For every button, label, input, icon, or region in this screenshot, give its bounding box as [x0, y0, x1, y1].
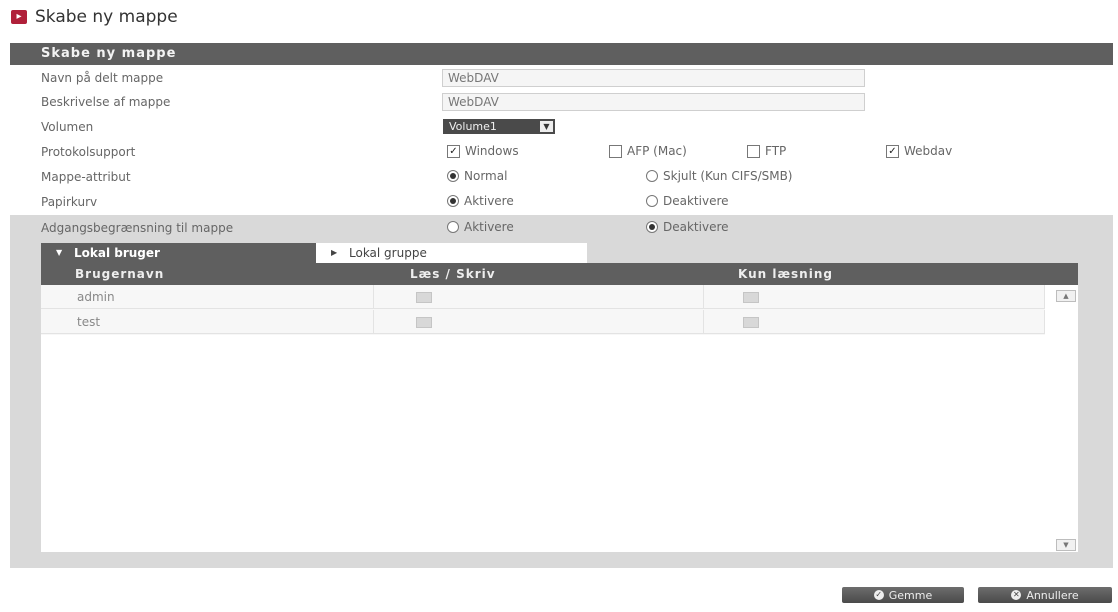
recycle-enable-label: Aktivere: [464, 194, 514, 208]
volume-select[interactable]: Volume1 ▼: [443, 119, 555, 134]
row-folder-name: Navn på delt mappe WebDAV: [10, 67, 1113, 91]
read-write-checkbox[interactable]: [416, 292, 432, 303]
protocol-label: Protokolsupport: [41, 145, 136, 159]
row-access-restriction: Adgangsbegrænsning til mappe Aktivere De…: [10, 217, 1113, 241]
tab-local-group-label: Lokal gruppe: [349, 246, 427, 260]
afp-checkbox[interactable]: [609, 144, 622, 158]
recycle-disable-radio[interactable]: [646, 195, 658, 207]
access-enable-label: Aktivere: [464, 220, 514, 234]
afp-label: AFP (Mac): [627, 144, 687, 158]
cell-read-only: [704, 310, 1045, 334]
cell-read-write: [374, 285, 704, 309]
cell-username: test: [41, 310, 374, 334]
access-disable-radio[interactable]: [646, 221, 658, 233]
volume-selected-value: Volume1: [449, 120, 497, 133]
protocol-option-ftp[interactable]: FTP: [747, 144, 786, 158]
windows-checkbox[interactable]: ✓: [447, 144, 460, 158]
recycle-option-enable[interactable]: Aktivere: [447, 194, 514, 208]
hidden-radio[interactable]: [646, 170, 658, 182]
cancel-button-label: Annullere: [1026, 588, 1079, 602]
panel-header: Skabe ny mappe: [10, 43, 1113, 65]
hidden-label: Skjult (Kun CIFS/SMB): [663, 169, 793, 183]
user-permissions-table: Brugernavn Læs / Skriv Kun læsning admin…: [41, 263, 1078, 552]
page-title: Skabe ny mappe: [35, 7, 178, 27]
read-write-checkbox[interactable]: [416, 317, 432, 328]
chevron-down-icon: ▼: [540, 121, 553, 132]
tab-local-user-label: Lokal bruger: [74, 246, 160, 260]
protocol-option-windows[interactable]: ✓ Windows: [447, 144, 519, 158]
read-only-checkbox[interactable]: [743, 317, 759, 328]
volume-label: Volumen: [41, 120, 94, 134]
recycle-option-disable[interactable]: Deaktivere: [646, 194, 729, 208]
access-enable-radio[interactable]: [447, 221, 459, 233]
cell-username: admin: [41, 285, 374, 309]
ftp-label: FTP: [765, 144, 787, 158]
folder-name-label: Navn på delt mappe: [41, 71, 164, 85]
table-row: admin: [41, 285, 1045, 310]
recycle-disable-label: Deaktivere: [663, 194, 729, 208]
cell-read-only: [704, 285, 1045, 309]
table-row: test: [41, 310, 1045, 335]
table-header: Brugernavn Læs / Skriv Kun læsning: [41, 263, 1078, 285]
webdav-label: Webdav: [904, 144, 953, 158]
access-option-enable[interactable]: Aktivere: [447, 220, 514, 234]
triangle-right-icon: ▶: [331, 248, 338, 257]
row-volume: Volumen Volume1 ▼: [10, 116, 1113, 140]
username-text: admin: [77, 290, 115, 304]
windows-label: Windows: [465, 144, 519, 158]
normal-label: Normal: [464, 169, 508, 183]
save-button-label: Gemme: [888, 588, 933, 602]
col-header-username: Brugernavn: [75, 267, 165, 281]
ftp-checkbox[interactable]: [747, 144, 760, 158]
access-restriction-label: Adgangsbegrænsning til mappe: [41, 221, 234, 235]
access-disable-label: Deaktivere: [663, 220, 729, 234]
folder-attribute-label: Mappe-attribut: [41, 170, 131, 184]
col-header-read-write: Læs / Skriv: [410, 267, 496, 281]
save-button[interactable]: ✓ Gemme: [842, 587, 964, 603]
attribute-option-normal[interactable]: Normal: [447, 169, 507, 183]
attribute-option-hidden[interactable]: Skjult (Kun CIFS/SMB): [646, 169, 793, 183]
save-icon: ✓: [873, 590, 884, 600]
page-title-bar: ▸ Skabe ny mappe: [11, 6, 178, 28]
protocol-option-webdav[interactable]: ✓ Webdav: [886, 144, 952, 158]
cancel-button[interactable]: ✕ Annullere: [978, 587, 1112, 603]
access-option-disable[interactable]: Deaktivere: [646, 220, 729, 234]
scroll-down-button[interactable]: ▼: [1056, 539, 1076, 551]
row-folder-description: Beskrivelse af mappe WebDAV: [10, 91, 1113, 115]
triangle-down-icon: ▼: [56, 248, 63, 257]
webdav-checkbox[interactable]: ✓: [886, 144, 899, 158]
cell-read-write: [374, 310, 704, 334]
arrow-right-icon: ▸: [11, 10, 27, 24]
row-protocol: Protokolsupport ✓ Windows AFP (Mac) FTP …: [10, 141, 1113, 165]
row-folder-attribute: Mappe-attribut Normal Skjult (Kun CIFS/S…: [10, 166, 1113, 190]
read-only-checkbox[interactable]: [743, 292, 759, 303]
username-text: test: [77, 315, 101, 329]
scroll-up-button[interactable]: ▲: [1056, 290, 1076, 302]
folder-description-input[interactable]: WebDAV: [442, 93, 865, 111]
col-header-read-only: Kun læsning: [738, 267, 833, 281]
folder-description-label: Beskrivelse af mappe: [41, 95, 171, 109]
tab-local-user[interactable]: ▼ Lokal bruger: [41, 243, 316, 263]
row-recycle-bin: Papirkurv Aktivere Deaktivere: [10, 191, 1113, 215]
recycle-enable-radio[interactable]: [447, 195, 459, 207]
protocol-option-afp[interactable]: AFP (Mac): [609, 144, 687, 158]
normal-radio[interactable]: [447, 170, 459, 182]
cancel-icon: ✕: [1011, 590, 1022, 600]
recycle-bin-label: Papirkurv: [41, 195, 98, 209]
create-folder-panel: Skabe ny mappe Navn på delt mappe WebDAV…: [10, 43, 1113, 568]
tab-local-group[interactable]: ▶ Lokal gruppe: [316, 243, 587, 263]
folder-name-input[interactable]: WebDAV: [442, 69, 865, 87]
tab-strip: ▼ Lokal bruger ▶ Lokal gruppe: [41, 243, 587, 263]
